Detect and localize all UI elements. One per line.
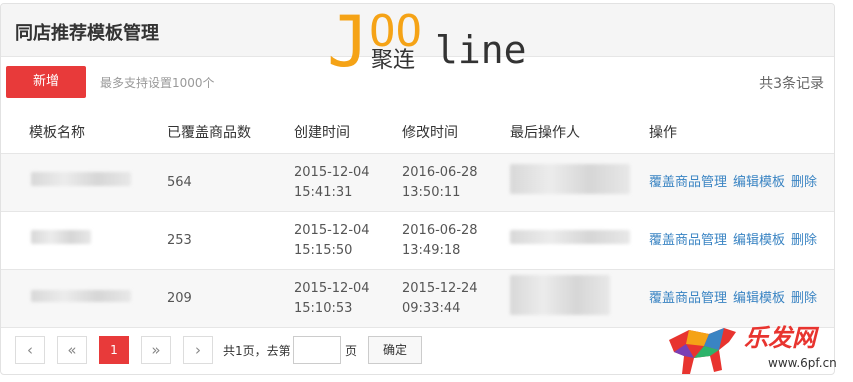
record-count: 共3条记录: [759, 76, 824, 92]
bull-logo-icon: [669, 328, 736, 374]
operator-cell: [510, 153, 649, 212]
page-number-input[interactable]: [293, 336, 341, 364]
covered-count: 253: [167, 211, 294, 270]
redacted-name: [31, 230, 91, 244]
delete-link[interactable]: 删除: [791, 175, 817, 190]
redacted-operator: [510, 275, 610, 315]
col-created: 创建时间: [294, 111, 402, 154]
modified-time: 2016-06-28 13:50:11: [402, 153, 510, 212]
redacted-operator: [510, 164, 630, 194]
col-actions: 操作: [649, 111, 834, 154]
modified-time: 2016-06-28 13:49:18: [402, 211, 510, 270]
logo-cn: 聚连: [371, 48, 416, 73]
go-page-button[interactable]: 确定: [368, 336, 422, 364]
total-pages-text: 共1页，去第: [223, 344, 291, 358]
col-count: 已覆盖商品数: [167, 111, 294, 154]
template-name-cell: [1, 153, 167, 212]
add-template-button[interactable]: 新增: [6, 66, 86, 98]
delete-link[interactable]: 删除: [791, 233, 817, 248]
edit-template-link[interactable]: 编辑模板: [733, 291, 785, 306]
manage-products-link[interactable]: 覆盖商品管理: [649, 291, 727, 306]
watermark: 乐发网 www.6pf.cn: [664, 318, 849, 380]
table-row: 564 2015-12-04 15:41:31 2016-06-28 13:50:1…: [1, 153, 834, 212]
logo-j: J: [327, 3, 370, 83]
manage-products-link[interactable]: 覆盖商品管理: [649, 233, 727, 248]
prev-page-button[interactable]: «: [57, 336, 87, 364]
page-1-button[interactable]: 1: [99, 336, 129, 364]
limit-hint: 最多支持设置1000个: [100, 76, 215, 90]
watermark-site: 乐发网: [744, 324, 816, 352]
edit-template-link[interactable]: 编辑模板: [733, 175, 785, 190]
logo-line: line: [435, 28, 527, 72]
created-time: 2015-12-04 15:15:50: [294, 211, 402, 270]
covered-count: 209: [167, 269, 294, 328]
last-page-button[interactable]: ›: [183, 336, 213, 364]
page-title: 同店推荐模板管理: [15, 23, 159, 44]
modified-time: 2015-12-24 09:33:44: [402, 269, 510, 328]
redacted-name: [31, 172, 131, 186]
operator-cell: [510, 269, 649, 328]
brand-logo: J OO line 聚连: [327, 7, 537, 83]
template-table: 模板名称 已覆盖商品数 创建时间 修改时间 最后操作人 操作 564 2015-…: [1, 111, 834, 328]
delete-link[interactable]: 删除: [791, 291, 817, 306]
page-suffix: 页: [345, 344, 358, 358]
covered-count: 564: [167, 153, 294, 212]
manage-products-link[interactable]: 覆盖商品管理: [649, 175, 727, 190]
edit-template-link[interactable]: 编辑模板: [733, 233, 785, 248]
operator-cell: [510, 211, 649, 270]
table-header-row: 模板名称 已覆盖商品数 创建时间 修改时间 最后操作人 操作: [1, 111, 834, 154]
created-time: 2015-12-04 15:41:31: [294, 153, 402, 212]
redacted-name: [31, 289, 131, 302]
col-modified: 修改时间: [402, 111, 510, 154]
created-time: 2015-12-04 15:10:53: [294, 269, 402, 328]
col-operator: 最后操作人: [510, 111, 649, 154]
watermark-url: www.6pf.cn: [768, 356, 837, 370]
next-page-button[interactable]: »: [141, 336, 171, 364]
template-name-cell: [1, 269, 167, 328]
col-name: 模板名称: [1, 111, 167, 154]
template-name-cell: [1, 211, 167, 270]
table-row: 253 2015-12-04 15:15:50 2016-06-28 13:49:1…: [1, 211, 834, 270]
redacted-operator: [510, 230, 630, 244]
actions-cell: 覆盖商品管理 编辑模板 删除: [649, 153, 834, 212]
actions-cell: 覆盖商品管理 编辑模板 删除: [649, 211, 834, 270]
first-page-button[interactable]: ‹: [15, 336, 45, 364]
